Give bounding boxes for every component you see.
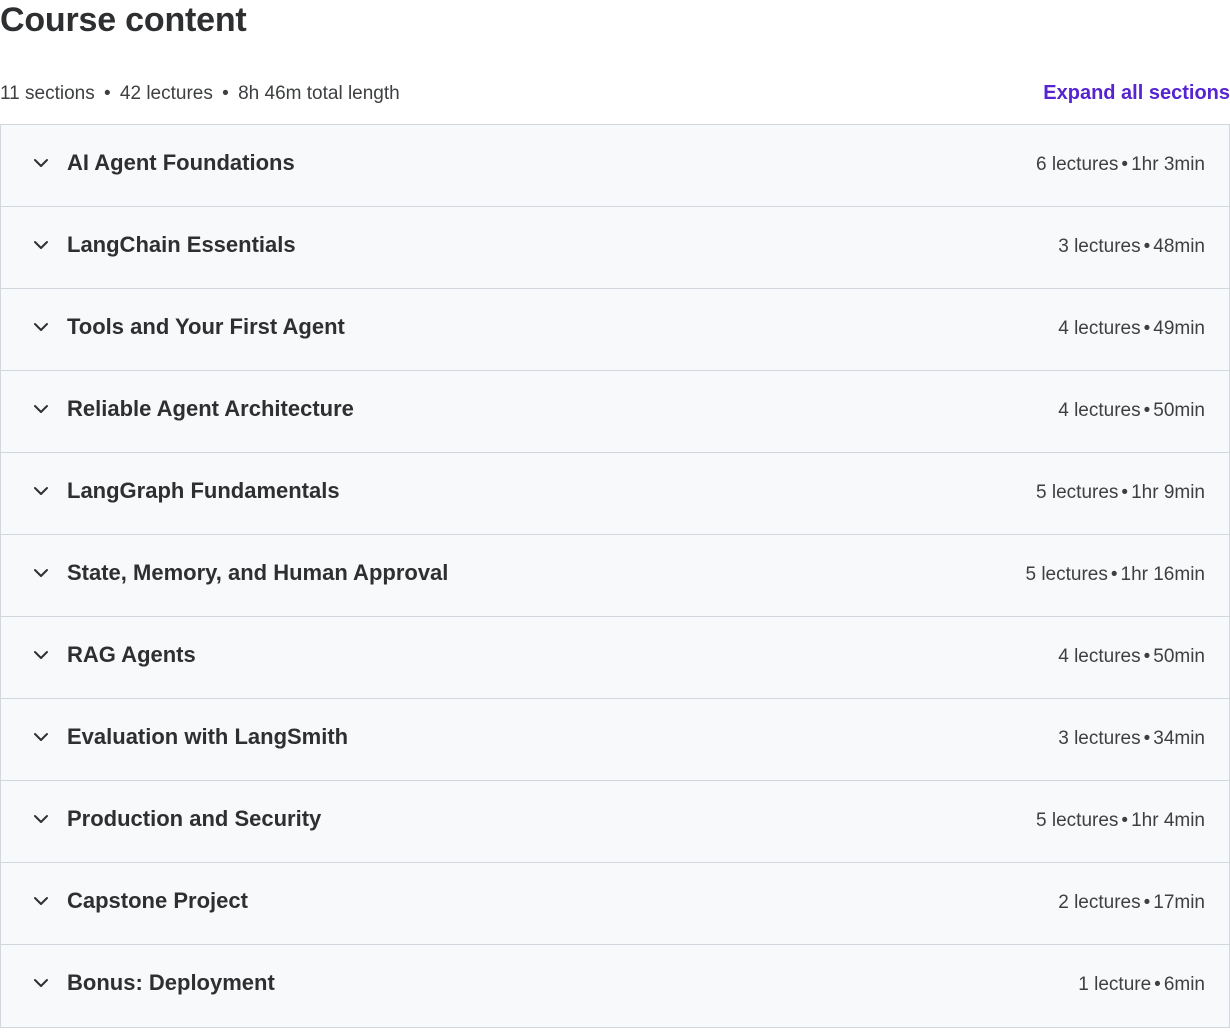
section-title: LangChain Essentials <box>67 232 296 257</box>
section-header-11[interactable]: Bonus: Deployment 1 lecture • 6min <box>1 945 1229 1028</box>
chevron-down-icon[interactable] <box>31 399 51 419</box>
section-duration: 1hr 16min <box>1120 564 1206 585</box>
section-lecture-count: 3 lectures <box>1058 728 1141 749</box>
meta-separator: • <box>1121 482 1129 503</box>
section-duration: 17min <box>1153 892 1205 913</box>
section-duration: 34min <box>1153 728 1205 749</box>
meta-separator: • <box>1143 892 1151 913</box>
section-duration: 50min <box>1153 400 1205 421</box>
total-length: 8h 46m total length <box>238 83 400 104</box>
section-title: Capstone Project <box>67 888 248 913</box>
section-meta: 5 lectures • 1hr 16min <box>1025 563 1205 587</box>
section-header-5[interactable]: LangGraph Fundamentals 5 lectures • 1hr 9mi… <box>1 453 1229 535</box>
lecture-count: 42 lectures <box>119 83 213 104</box>
section-meta: 5 lectures • 1hr 4min <box>1036 809 1205 833</box>
section-title: AI Agent Foundations <box>67 150 295 175</box>
meta-separator: • <box>1121 154 1129 175</box>
page-title: Course content <box>0 1 247 39</box>
section-duration: 1hr 9min <box>1131 482 1205 503</box>
meta-separator: • <box>1154 974 1161 995</box>
section-title: State, Memory, and Human Approval <box>67 560 449 585</box>
chevron-down-icon[interactable] <box>31 481 51 501</box>
chevron-down-icon[interactable] <box>31 563 51 583</box>
meta-separator: • <box>1143 236 1151 257</box>
section-duration: 48min <box>1153 236 1205 257</box>
section-lecture-count: 4 lectures <box>1058 318 1141 339</box>
summary-separator: • <box>222 83 229 104</box>
chevron-down-icon[interactable] <box>31 973 51 993</box>
section-meta: 2 lectures • 17min <box>1058 891 1205 915</box>
chevron-down-icon[interactable] <box>31 809 51 829</box>
section-title: RAG Agents <box>67 642 196 667</box>
course-summary-bar: 11 sections • 42 lectures • 8h 46m total… <box>0 80 1230 108</box>
section-title: Bonus: Deployment <box>67 970 275 995</box>
expand-all-sections-button[interactable]: Expand all sections <box>1043 81 1230 105</box>
meta-separator: • <box>1143 646 1151 667</box>
section-meta: 3 lectures • 48min <box>1058 235 1205 259</box>
chevron-down-icon[interactable] <box>31 153 51 173</box>
section-lecture-count: 5 lectures <box>1036 482 1119 503</box>
section-header-6[interactable]: State, Memory, and Human Approval 5 lectu… <box>1 535 1229 617</box>
section-duration: 50min <box>1153 646 1205 667</box>
section-count: 11 sections <box>0 83 95 104</box>
section-title: Reliable Agent Architecture <box>67 396 354 421</box>
section-lecture-count: 2 lectures <box>1058 892 1141 913</box>
meta-separator: • <box>1110 564 1118 585</box>
section-meta: 6 lectures • 1hr 3min <box>1036 153 1205 177</box>
section-header-4[interactable]: Reliable Agent Architecture 4 lectures • 50… <box>1 371 1229 453</box>
section-duration: 6min <box>1163 974 1205 995</box>
meta-separator: • <box>1121 810 1129 831</box>
section-lecture-count: 4 lectures <box>1058 400 1141 421</box>
section-meta: 4 lectures • 50min <box>1058 645 1205 669</box>
chevron-down-icon[interactable] <box>31 891 51 911</box>
section-header-3[interactable]: Tools and Your First Agent 4 lectures • 49m… <box>1 289 1229 371</box>
section-header-9[interactable]: Production and Security 5 lectures • 1hr 4m… <box>1 781 1229 863</box>
section-lecture-count: 5 lectures <box>1025 564 1108 585</box>
section-header-10[interactable]: Capstone Project 2 lectures • 17min <box>1 863 1229 945</box>
meta-separator: • <box>1143 400 1151 421</box>
chevron-down-icon[interactable] <box>31 317 51 337</box>
chevron-down-icon[interactable] <box>31 235 51 255</box>
summary-separator: • <box>103 83 111 104</box>
section-lecture-count: 6 lectures <box>1036 154 1119 175</box>
section-title: Production and Security <box>67 806 322 831</box>
section-lecture-count: 5 lectures <box>1036 810 1119 831</box>
section-lecture-count: 1 lecture <box>1078 974 1152 995</box>
section-title: Evaluation with LangSmith <box>67 724 349 749</box>
course-summary: 11 sections • 42 lectures • 8h 46m total… <box>0 82 400 106</box>
section-header-7[interactable]: RAG Agents 4 lectures • 50min <box>1 617 1229 699</box>
section-lecture-count: 3 lectures <box>1058 236 1141 257</box>
section-header-1[interactable]: AI Agent Foundations 6 lectures • 1hr 3min <box>1 125 1229 207</box>
section-lecture-count: 4 lectures <box>1058 646 1141 667</box>
section-header-2[interactable]: LangChain Essentials 3 lectures • 48min <box>1 207 1229 289</box>
section-title: LangGraph Fundamentals <box>67 478 340 503</box>
course-sections-accordion: AI Agent Foundations 6 lectures • 1hr 3min L… <box>0 124 1230 1028</box>
section-duration: 1hr 4min <box>1131 810 1205 831</box>
section-header-8[interactable]: Evaluation with LangSmith 3 lectures • 34mi… <box>1 699 1229 781</box>
meta-separator: • <box>1143 318 1151 339</box>
chevron-down-icon[interactable] <box>31 727 51 747</box>
section-meta: 3 lectures • 34min <box>1058 727 1205 751</box>
meta-separator: • <box>1143 728 1151 749</box>
section-meta: 4 lectures • 50min <box>1058 399 1205 423</box>
section-meta: 4 lectures • 49min <box>1058 317 1205 341</box>
chevron-down-icon[interactable] <box>31 645 51 665</box>
section-duration: 1hr 3min <box>1131 154 1205 175</box>
section-duration: 49min <box>1153 318 1205 339</box>
section-title: Tools and Your First Agent <box>67 314 345 339</box>
section-meta: 1 lecture • 6min <box>1078 973 1205 997</box>
section-meta: 5 lectures • 1hr 9min <box>1036 481 1205 505</box>
